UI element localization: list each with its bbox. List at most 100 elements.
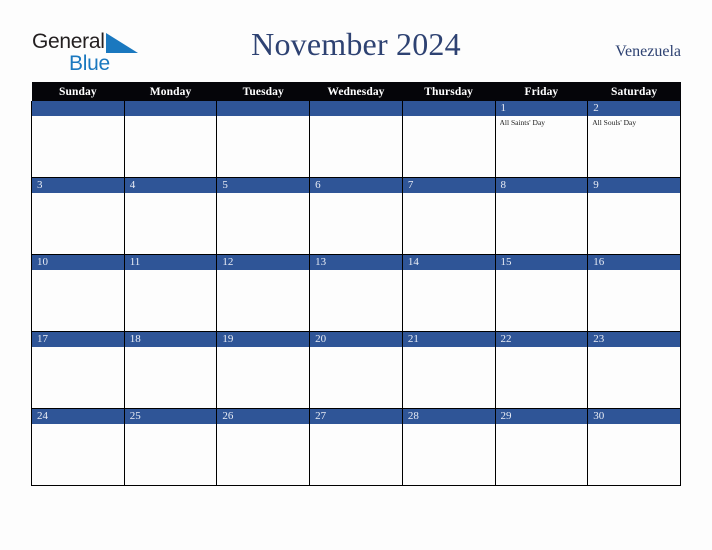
calendar-day-cell[interactable]: [401, 101, 496, 178]
day-number: 22: [495, 332, 588, 347]
calendar-day-cell[interactable]: 1 All Saints' Day: [494, 101, 589, 178]
day-events: [32, 424, 124, 426]
calendar-day-cell[interactable]: 8: [494, 177, 589, 255]
calendar-day-cell[interactable]: [123, 101, 218, 178]
calendar-day-cell[interactable]: 15: [494, 254, 589, 332]
day-number: 14: [402, 255, 495, 270]
day-events: [588, 347, 680, 349]
calendar-day-cell[interactable]: 26: [216, 408, 311, 486]
calendar-day-cell[interactable]: 2 All Souls' Day: [587, 101, 681, 178]
day-events: [588, 193, 680, 195]
weekday-header-sunday: Sunday: [31, 82, 125, 101]
day-number: 28: [402, 409, 495, 424]
calendar-day-cell[interactable]: 9: [587, 177, 681, 255]
day-number: 6: [310, 178, 402, 193]
calendar-week-row: 10 11 12 13 14 15 16: [31, 254, 681, 332]
day-number: 23: [588, 332, 680, 347]
calendar-day-cell[interactable]: 17: [31, 331, 125, 409]
day-number: 19: [217, 332, 310, 347]
day-number: [32, 101, 124, 116]
day-events: [403, 193, 495, 195]
holiday-label: All Saints' Day: [499, 118, 546, 127]
day-number: 25: [124, 409, 217, 424]
day-events: [496, 424, 588, 426]
day-number: 26: [217, 409, 310, 424]
weekday-header-row: Sunday Monday Tuesday Wednesday Thursday…: [31, 82, 681, 101]
calendar-week-row: 1 All Saints' Day 2 All Souls' Day: [31, 101, 681, 178]
calendar-day-cell[interactable]: 28: [401, 408, 496, 486]
day-number: 8: [495, 178, 588, 193]
day-number: 11: [124, 255, 217, 270]
day-events: [496, 270, 588, 272]
day-events: [588, 270, 680, 272]
day-number: 5: [217, 178, 310, 193]
calendar-day-cell[interactable]: [309, 101, 403, 178]
day-number: 20: [310, 332, 402, 347]
calendar-header-row: Sunday Monday Tuesday Wednesday Thursday…: [31, 82, 681, 101]
calendar-day-cell[interactable]: 10: [31, 254, 125, 332]
calendar-day-cell[interactable]: 3: [31, 177, 125, 255]
day-events: [310, 116, 402, 118]
calendar-day-cell[interactable]: 23: [587, 331, 681, 409]
calendar-body: 1 All Saints' Day 2 All Souls' Day 3 4 5 6 7 8 9 10…: [31, 101, 681, 486]
day-events: [32, 193, 124, 195]
weekday-header-saturday: Saturday: [587, 82, 681, 101]
calendar-day-cell[interactable]: 22: [494, 331, 589, 409]
calendar-day-cell[interactable]: 24: [31, 408, 125, 486]
calendar-day-cell[interactable]: 16: [587, 254, 681, 332]
weekday-header-friday: Friday: [495, 82, 588, 101]
calendar-grid: Sunday Monday Tuesday Wednesday Thursday…: [31, 82, 681, 486]
calendar-day-cell[interactable]: 12: [216, 254, 311, 332]
day-number: 12: [217, 255, 310, 270]
calendar-day-cell[interactable]: 13: [309, 254, 403, 332]
day-number: 27: [310, 409, 402, 424]
day-events: [403, 270, 495, 272]
calendar-day-cell[interactable]: 6: [309, 177, 403, 255]
page-title: November 2024: [251, 26, 461, 62]
day-events: All Souls' Day: [588, 116, 680, 128]
day-number: 16: [588, 255, 680, 270]
day-number: 10: [32, 255, 124, 270]
calendar-day-cell[interactable]: 18: [123, 331, 218, 409]
calendar-week-row: 24 25 26 27 28 29 30: [31, 408, 681, 486]
page-header: General Blue November 2024 Venezuela: [0, 0, 712, 82]
weekday-header-wednesday: Wednesday: [309, 82, 403, 101]
holiday-label: All Souls' Day: [592, 118, 637, 127]
day-events: [32, 270, 124, 272]
day-events: [125, 347, 217, 349]
calendar-day-cell[interactable]: 19: [216, 331, 311, 409]
calendar-day-cell[interactable]: 21: [401, 331, 496, 409]
calendar-day-cell[interactable]: 27: [309, 408, 403, 486]
day-events: [217, 193, 309, 195]
calendar-day-cell[interactable]: 14: [401, 254, 496, 332]
calendar-day-cell[interactable]: [216, 101, 311, 178]
calendar-day-cell[interactable]: 29: [494, 408, 589, 486]
calendar-day-cell[interactable]: 20: [309, 331, 403, 409]
calendar-day-cell[interactable]: 4: [123, 177, 218, 255]
day-number: 21: [402, 332, 495, 347]
day-number: 3: [32, 178, 124, 193]
weekday-header-tuesday: Tuesday: [216, 82, 310, 101]
day-events: [310, 270, 402, 272]
day-number: 18: [124, 332, 217, 347]
day-number: 29: [495, 409, 588, 424]
calendar-week-row: 17 18 19 20 21 22 23: [31, 331, 681, 409]
country-label: Venezuela: [615, 43, 681, 60]
day-events: [217, 347, 309, 349]
day-number: 30: [588, 409, 680, 424]
day-events: All Saints' Day: [496, 116, 588, 128]
day-events: [32, 347, 124, 349]
calendar-day-cell[interactable]: 25: [123, 408, 218, 486]
calendar-day-cell[interactable]: 5: [216, 177, 311, 255]
calendar-day-cell[interactable]: 11: [123, 254, 218, 332]
day-number: 1: [495, 101, 588, 116]
day-events: [403, 424, 495, 426]
day-number: 24: [32, 409, 124, 424]
day-events: [217, 424, 309, 426]
day-events: [125, 424, 217, 426]
weekday-header-thursday: Thursday: [402, 82, 496, 101]
calendar-day-cell[interactable]: 30: [587, 408, 681, 486]
day-number: 9: [588, 178, 680, 193]
calendar-day-cell[interactable]: [31, 101, 125, 178]
calendar-day-cell[interactable]: 7: [401, 177, 496, 255]
